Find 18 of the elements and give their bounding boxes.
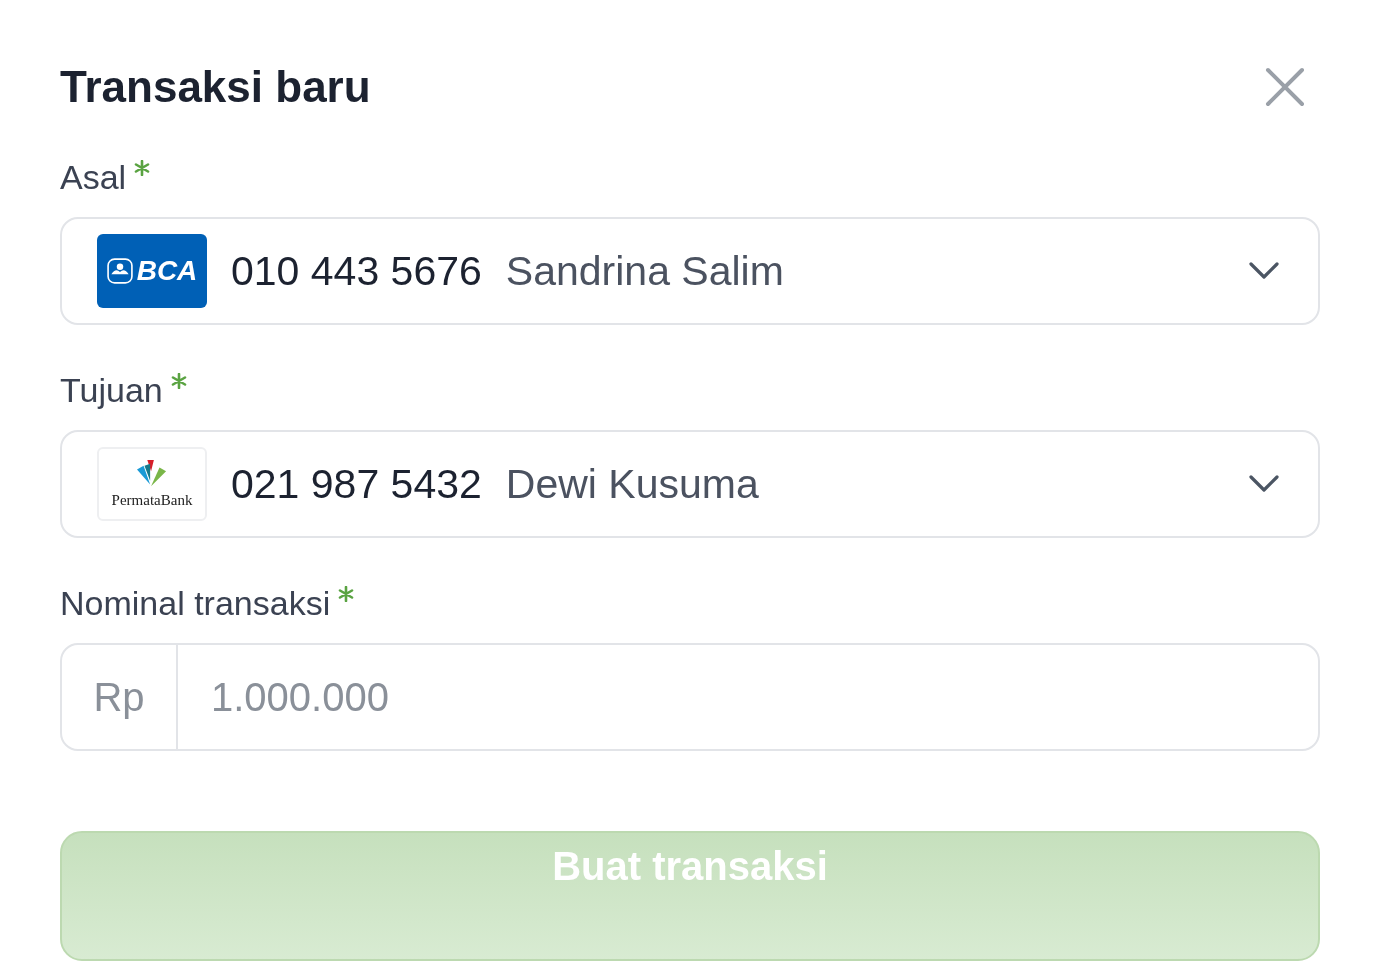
bank-logo: BCA [97, 234, 207, 308]
dialog-title: Transaksi baru [60, 62, 371, 112]
close-icon[interactable] [1265, 67, 1305, 107]
account-number: 010 443 5676 [231, 247, 482, 295]
account-holder: Dewi Kusuma [505, 460, 760, 508]
account-select[interactable]: PermataBank 021 987 5432 Dewi Kusuma [60, 430, 1320, 538]
bank-logo: PermataBank [97, 447, 207, 521]
bank-emblem-icon [106, 258, 133, 284]
field-label: Tujuan [60, 371, 163, 410]
amount-input[interactable]: 1.000.000 [178, 645, 1318, 749]
account-number: 021 987 5432 [231, 460, 482, 508]
field-label: Nominal transaksi [60, 584, 331, 623]
account-select[interactable]: BCA 010 443 5676 Sandrina Salim [60, 217, 1320, 325]
chevron-down-icon [1248, 261, 1280, 281]
chevron-down-icon [1248, 474, 1280, 494]
currency-prefix: Rp [62, 645, 178, 749]
account-holder: Sandrina Salim [505, 247, 785, 295]
field-label: Asal [60, 158, 127, 197]
